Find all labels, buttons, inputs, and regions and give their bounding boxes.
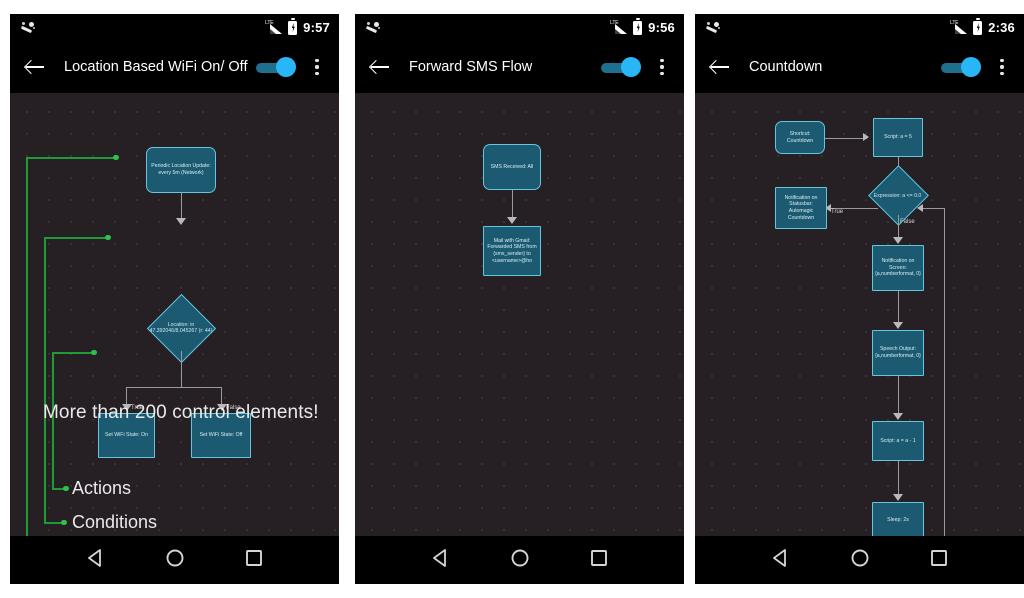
- screenshot-stage: LTE 9:57 Location Based WiFi On/ Off Per…: [0, 0, 1024, 598]
- nav-back-icon[interactable]: [85, 547, 107, 574]
- connector-dashed: [180, 387, 222, 388]
- satellite-icon: [19, 21, 39, 35]
- status-bar-left: [704, 21, 724, 35]
- battery-charging-icon: [288, 18, 298, 35]
- status-bar-right: LTE 9:57: [265, 18, 330, 35]
- overlay-item-conditions: Conditions: [72, 512, 158, 532]
- nav-recents-icon[interactable]: [928, 547, 950, 574]
- flow-node-script-init[interactable]: Script: a = 5: [873, 118, 923, 157]
- arrow-icon: [893, 413, 903, 420]
- signal-lte-icon: LTE: [610, 20, 628, 35]
- arrow-icon: [917, 203, 923, 212]
- battery-charging-icon: [633, 18, 643, 35]
- annotation-dot: [105, 234, 111, 240]
- flow-node-script-decrement[interactable]: Script: a = a - 1: [872, 421, 924, 461]
- flow-node-trigger-shortcut[interactable]: Shortcut: Countdown: [775, 121, 825, 154]
- app-bar: Location Based WiFi On/ Off: [10, 41, 339, 93]
- nav-recents-icon[interactable]: [588, 547, 610, 574]
- flow-enable-toggle[interactable]: [254, 57, 296, 77]
- page-title: Forward SMS Flow: [409, 58, 533, 75]
- status-bar-clock: 9:56: [648, 20, 675, 35]
- satellite-icon: [704, 21, 724, 35]
- app-bar: Forward SMS Flow: [355, 41, 684, 93]
- flow-node-notification-screen[interactable]: Notification on Screen: {a,numberformat,…: [872, 245, 924, 291]
- arrow-icon: [176, 218, 186, 225]
- flow-node-condition-label: Location: in 47.392046/8.045267 (r: 44): [149, 321, 213, 334]
- flow-node-trigger[interactable]: Periodic Location Update: every 5m (Netw…: [146, 147, 216, 193]
- flow-enable-toggle[interactable]: [599, 57, 641, 77]
- overlay-title: More than 200 control elements!: [43, 402, 319, 423]
- flow-canvas[interactable]: SMS Received: All Mail with Gmail: Forwa…: [355, 93, 684, 536]
- annotation-dot: [113, 154, 119, 160]
- signal-lte-icon: LTE: [950, 20, 968, 35]
- battery-charging-icon: [973, 18, 983, 35]
- overflow-menu-icon[interactable]: [306, 54, 328, 80]
- status-bar-left: [364, 21, 384, 35]
- arrow-icon: [507, 217, 517, 224]
- back-arrow-icon[interactable]: [705, 52, 735, 82]
- arrow-icon: [893, 322, 903, 329]
- status-bar-right: LTE 2:36: [950, 18, 1015, 35]
- annotation-dot: [63, 485, 69, 491]
- android-nav-bar: [695, 536, 1024, 584]
- back-arrow-icon[interactable]: [365, 52, 395, 82]
- nav-recents-icon[interactable]: [243, 547, 265, 574]
- status-bar: LTE 2:36: [695, 14, 1024, 41]
- status-bar-clock: 2:36: [988, 20, 1015, 35]
- flow-node-speech-output[interactable]: Speech Output: {a,numberformat, 0}: [872, 330, 924, 376]
- arrow-icon: [893, 494, 903, 501]
- status-bar-clock: 9:57: [303, 20, 330, 35]
- page-title: Location Based WiFi On/ Off: [64, 58, 248, 75]
- page-title: Countdown: [749, 58, 823, 75]
- connector: [180, 193, 182, 221]
- annotation-line: [26, 157, 28, 536]
- flow-canvas[interactable]: Shortcut: Countdown Script: a = 5 Expres…: [695, 93, 1024, 536]
- nav-back-icon[interactable]: [770, 547, 792, 574]
- annotation-line: [44, 237, 46, 523]
- status-bar: LTE 9:57: [10, 14, 339, 41]
- connector-loop: [944, 208, 945, 536]
- overflow-menu-icon[interactable]: [991, 54, 1013, 80]
- flow-node-sleep[interactable]: Sleep: 2s: [872, 502, 924, 536]
- phone-screen-countdown: LTE 2:36 Countdown Shortcut: Countdown S…: [695, 14, 1024, 584]
- flow-node-action-gmail[interactable]: Mail with Gmail: Forwarded SMS from {sms…: [483, 226, 541, 276]
- nav-home-icon[interactable]: [509, 547, 531, 574]
- connector: [897, 376, 899, 418]
- app-bar: Countdown: [695, 41, 1024, 93]
- nav-home-icon[interactable]: [849, 547, 871, 574]
- overlay-item-actions: Actions: [72, 478, 132, 498]
- satellite-icon: [364, 21, 384, 35]
- overflow-menu-icon[interactable]: [651, 54, 673, 80]
- annotation-line: [44, 237, 108, 239]
- annotation-dot: [61, 519, 67, 525]
- status-bar-left: [19, 21, 39, 35]
- nav-back-icon[interactable]: [430, 547, 452, 574]
- connector: [126, 387, 181, 388]
- connector-loop: [921, 208, 945, 209]
- signal-lte-icon: LTE: [265, 20, 283, 35]
- branch-label-false: False: [900, 219, 915, 225]
- annotation-dot: [91, 349, 97, 355]
- status-bar-right: LTE 9:56: [610, 18, 675, 35]
- connector: [825, 137, 867, 139]
- arrow-icon: [893, 237, 903, 244]
- status-bar: LTE 9:56: [355, 14, 684, 41]
- phone-screen-forward-sms: LTE 9:56 Forward SMS Flow SMS Received: …: [355, 14, 684, 584]
- android-nav-bar: [10, 536, 339, 584]
- android-nav-bar: [355, 536, 684, 584]
- branch-label-true: True: [831, 209, 844, 215]
- connector: [180, 351, 182, 387]
- phone-screen-location-wifi: LTE 9:57 Location Based WiFi On/ Off Per…: [10, 14, 339, 584]
- arrow-icon: [863, 133, 869, 141]
- flow-canvas[interactable]: Periodic Location Update: every 5m (Netw…: [10, 93, 339, 536]
- annotation-line: [52, 352, 94, 354]
- flow-enable-toggle[interactable]: [939, 57, 981, 77]
- back-arrow-icon[interactable]: [20, 52, 50, 82]
- annotation-line: [26, 157, 116, 159]
- flow-node-trigger[interactable]: SMS Received: All: [483, 144, 541, 190]
- nav-home-icon[interactable]: [164, 547, 186, 574]
- connector: [511, 190, 513, 220]
- flow-node-notification-statusbar[interactable]: Notification on Statusbar: Automagic Cou…: [775, 187, 827, 229]
- connector: [897, 291, 899, 326]
